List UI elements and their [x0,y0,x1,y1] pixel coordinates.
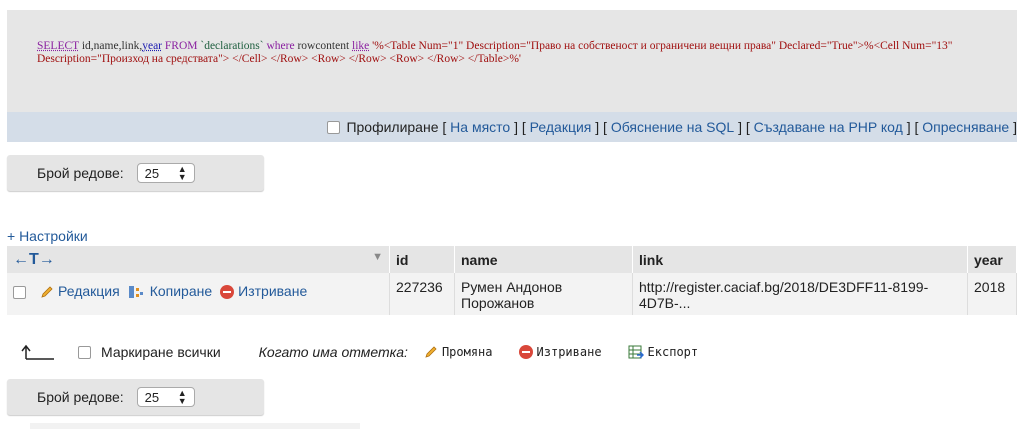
sort-dropdown-icon[interactable]: ▼ [372,251,383,263]
results-table: ←T→ ▼ id name link year Редакция Копиране И… [7,246,1017,315]
create-php-code-link[interactable]: Създаване на PHP код [754,119,903,135]
column-header-id[interactable]: id [389,246,455,273]
cell-id: 227236 [389,273,455,315]
sql-query-box: SELECT id,name,link,year FROM `declarati… [7,10,1017,112]
bulk-change-button[interactable]: Промяна [424,345,493,359]
rows-per-page-top: Брой редове: 25 ▲ ▼ [7,155,264,191]
sql-from-keyword: FROM [162,40,201,52]
column-header-year[interactable]: year [967,246,1017,273]
pencil-icon [41,286,53,298]
pencil-icon [425,346,437,358]
cell-link: http://register.caciaf.bg/2018/DE3DFF11-… [632,273,968,315]
bulk-delete-button[interactable]: Изтриване [518,345,602,359]
export-icon [628,345,644,359]
rows-per-page-label: Брой редове: [37,389,124,405]
check-all-label[interactable]: Маркиране всички [101,344,221,360]
bulk-change-label: Промяна [441,345,493,359]
check-all-checkbox[interactable] [78,345,91,359]
row-actions: Редакция Копиране Изтриване [7,273,390,315]
sql-select-keyword[interactable]: SELECT [37,40,79,52]
delete-icon [220,285,235,300]
arrow-left-up-icon [21,344,54,360]
bracket-close: ] [1009,119,1017,135]
rows-per-page-label: Брой редове: [37,165,124,181]
column-nav-arrows[interactable]: ←T→ [13,251,55,268]
row-delete-link[interactable]: Изтриване [220,283,308,300]
query-links-bar: Профилиране [ На място ] [ Редакция ] [ … [7,112,1017,142]
column-header-link[interactable]: link [632,246,968,273]
delete-icon [518,345,533,359]
select-arrows-icon: ▲ ▼ [177,388,187,406]
sql-year-function[interactable]: year [142,40,162,52]
sql-column: rowcontent [297,40,353,52]
select-arrows-icon: ▲ ▼ [177,164,187,182]
with-selected-label: Когато има отметка: [258,344,408,360]
rows-per-page-bottom: Брой редове: 25 ▲ ▼ [7,379,264,415]
settings-link[interactable]: + Настройки [7,228,88,244]
rows-per-page-select[interactable]: 25 ▲ ▼ [136,163,195,183]
bulk-actions-bar: Маркиране всички Когато има отметка: Про… [20,340,724,364]
explain-sql-link[interactable]: Обяснение на SQL [611,119,734,135]
cell-year: 2018 [967,273,1017,315]
bracket-sep: ] [ [510,119,530,135]
column-header-name[interactable]: name [454,246,633,273]
profiling-label: Профилиране [346,119,439,135]
row-copy-link[interactable]: Копиране [128,283,212,299]
sql-like-keyword[interactable]: like [352,40,369,52]
row-delete-label: Изтриване [238,283,308,299]
table-row: Редакция Копиране Изтриване 227236 Румен А… [7,273,1017,315]
sql-where-keyword: where [263,40,298,52]
profiling-checkbox[interactable] [327,120,341,134]
row-edit-label: Редакция [58,283,120,299]
sql-table-name: `declarations` [200,40,264,52]
rows-per-page-value: 25 [144,165,160,181]
footer-divider [30,423,360,429]
bracket-sep: ] [ [734,119,754,135]
sql-fields: id,name,link, [78,40,143,52]
edit-query-link[interactable]: Редакция [530,119,592,135]
rows-per-page-value: 25 [144,389,160,405]
row-checkbox[interactable] [13,285,26,299]
row-edit-link[interactable]: Редакция [40,283,120,299]
sql-query-text: SELECT id,name,link,year FROM `declarati… [37,40,997,66]
row-copy-label: Копиране [149,283,213,299]
copy-icon [128,286,143,299]
bulk-export-label: Експорт [647,345,699,359]
bracket-open: [ [438,119,451,135]
bulk-export-button[interactable]: Експорт [628,345,699,359]
nav-header: ←T→ ▼ [7,246,390,273]
bracket-sep: ] [ [591,119,611,135]
rows-per-page-select[interactable]: 25 ▲ ▼ [136,387,195,407]
cell-name: Румен Андонов Порожанов [454,273,633,315]
refresh-link[interactable]: Опресняване [922,119,1009,135]
bulk-delete-label: Изтриване [536,345,602,359]
inline-edit-link[interactable]: На място [450,119,510,135]
bracket-sep: ] [ [902,119,923,135]
